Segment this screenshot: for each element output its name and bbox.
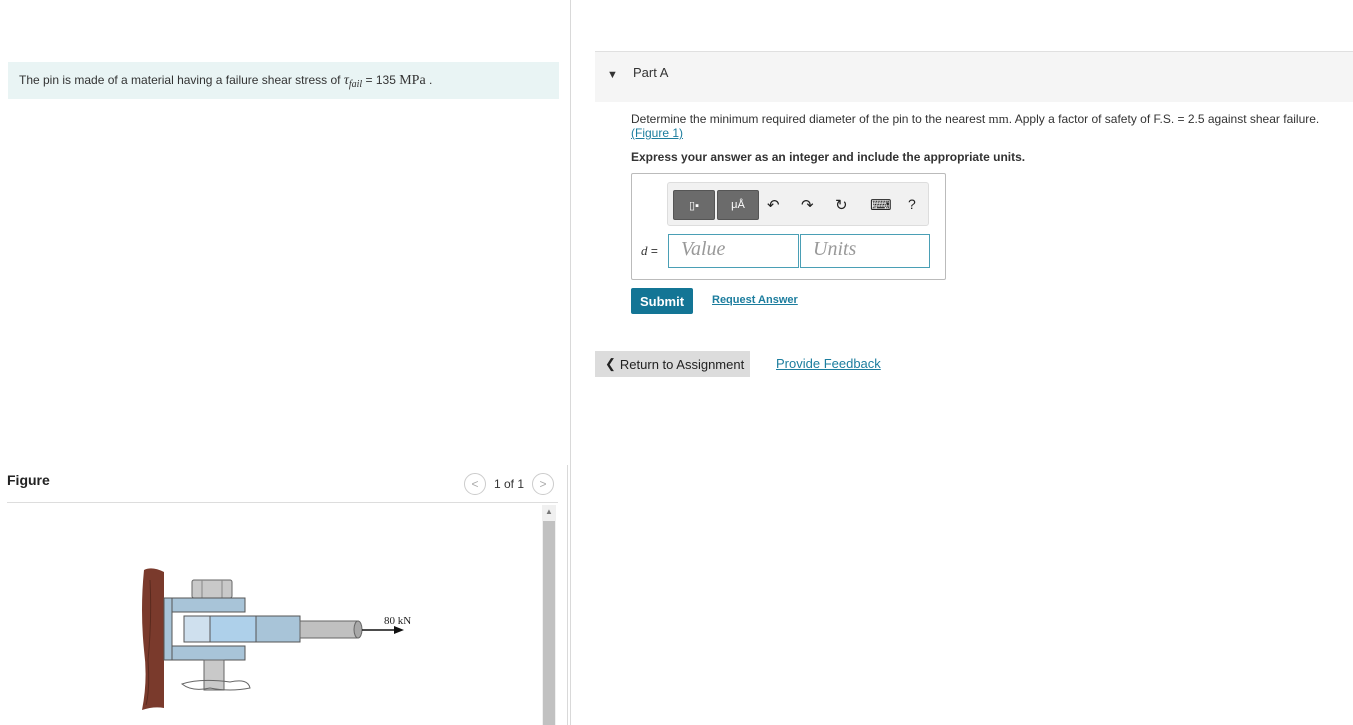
figure-divider	[7, 502, 558, 503]
scroll-up-icon[interactable]: ▲	[542, 505, 556, 519]
next-figure-button[interactable]: >	[532, 473, 555, 495]
force-label: 80 kN	[384, 615, 411, 627]
bolt-nut	[191, 579, 233, 599]
pin-highlight	[209, 615, 257, 643]
question-unit: mm	[988, 111, 1009, 126]
figure-pager: < 1 of 1 >	[464, 473, 555, 495]
submit-button[interactable]: Submit	[631, 288, 693, 314]
answer-box: ▯▪ μÅ ↶ ↷ ↻ ⌨ ? d = Value Units	[631, 173, 946, 280]
question-after: . Apply a factor of safety of F.S. = 2.5…	[1008, 112, 1320, 126]
value-placeholder: Value	[681, 238, 726, 260]
reset-icon[interactable]: ↻	[835, 196, 848, 214]
upper-clevis-plate	[169, 597, 246, 613]
units-input[interactable]: Units	[800, 234, 930, 268]
stress-unit: MPa	[399, 73, 426, 88]
problem-text: The pin is made of a material having a f…	[19, 73, 344, 87]
undo-icon[interactable]: ↶	[767, 196, 780, 214]
caret-down-icon[interactable]: ▼	[607, 69, 618, 81]
units-placeholder: Units	[813, 238, 857, 260]
math-toolbar: ▯▪ μÅ ↶ ↷ ↻ ⌨ ?	[667, 182, 929, 226]
part-title: Part A	[633, 65, 669, 80]
chevron-right-icon: >	[539, 477, 547, 491]
figure-panel-divider	[567, 465, 568, 725]
answer-instructions: Express your answer as an integer and in…	[631, 150, 1026, 164]
clevis-base	[163, 597, 173, 661]
figure-title: Figure	[7, 472, 50, 488]
figure-scrollbar[interactable]: ▲	[542, 505, 556, 725]
prev-figure-button[interactable]: <	[464, 473, 486, 495]
template-icon: ▯▪	[689, 199, 699, 212]
redo-icon[interactable]: ↷	[801, 196, 814, 214]
force-arrow-head	[394, 626, 404, 634]
provide-feedback-link[interactable]: Provide Feedback	[776, 356, 881, 371]
problem-statement: The pin is made of a material having a f…	[8, 62, 559, 99]
chevron-left-icon: ❮	[605, 356, 616, 371]
pin-connection-figure: 80 kN	[142, 568, 411, 710]
units-button[interactable]: μÅ	[717, 190, 759, 220]
lower-clevis-plate	[169, 645, 246, 661]
left-panel: The pin is made of a material having a f…	[0, 0, 570, 725]
wall-shape	[142, 568, 164, 710]
link-bar	[255, 615, 301, 643]
help-icon[interactable]: ?	[908, 196, 916, 212]
templates-button[interactable]: ▯▪	[673, 190, 715, 220]
stress-value: = 135	[362, 73, 400, 87]
scrollbar-thumb[interactable]	[543, 521, 555, 725]
variable-equals: =	[647, 244, 658, 258]
units-icon: μÅ	[731, 199, 745, 211]
rod-end	[353, 620, 363, 639]
figure-link[interactable]: (Figure 1)	[631, 126, 683, 140]
return-to-assignment-button[interactable]: ❮ Return to Assignment	[595, 351, 750, 377]
rod	[299, 620, 359, 639]
variable-label: d =	[641, 243, 658, 259]
part-a-header[interactable]: ▼ Part A	[595, 51, 1353, 102]
panel-divider	[570, 0, 571, 725]
return-label: Return to Assignment	[619, 356, 745, 372]
problem-period: .	[425, 73, 433, 87]
value-input[interactable]: Value	[668, 234, 799, 268]
chevron-left-icon: <	[471, 477, 479, 491]
bolt-shank	[203, 659, 225, 691]
keyboard-icon[interactable]: ⌨	[870, 196, 892, 214]
question-before: Determine the minimum required diameter …	[631, 112, 989, 126]
tau-subscript: fail	[348, 79, 363, 90]
question-text: Determine the minimum required diameter …	[631, 111, 1331, 141]
pager-count: 1 of 1	[494, 477, 525, 491]
request-answer-link[interactable]: Request Answer	[712, 294, 798, 306]
